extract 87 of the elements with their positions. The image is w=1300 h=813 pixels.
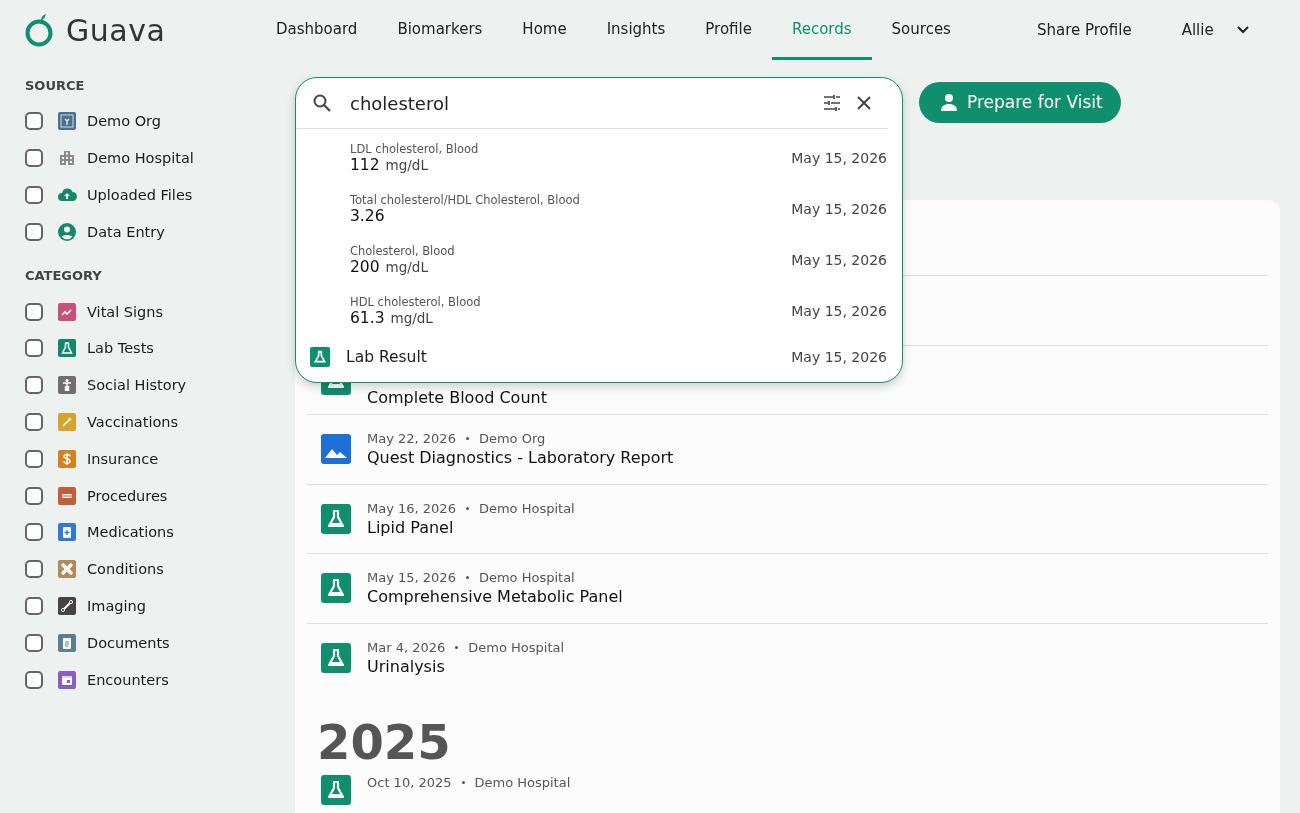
record-source: Demo Hospital [474,775,571,790]
record-date: May 22, 2026 [367,431,456,447]
nav-tab[interactable]: Sources [871,0,971,60]
user-menu[interactable]: Allie [1175,20,1256,40]
record-date: May 16, 2026 [367,500,456,516]
nav-tab[interactable]: Insights [586,0,686,60]
flask-icon [321,775,351,805]
checkbox[interactable] [25,670,43,689]
record-source: Demo Org [478,431,546,447]
record-title[interactable]: Comprehensive Metabolic Panel [367,587,623,607]
brand-name: Guava [66,12,166,48]
flask-icon [321,573,351,604]
sliders-icon [822,93,842,113]
result-value: 61.3 [350,308,385,327]
result-value: 112 [350,156,380,174]
filter-label[interactable]: Conditions [87,561,164,578]
record-source: Demo Hospital [478,500,575,516]
filter-label[interactable]: Medications [87,524,174,541]
filter-label[interactable]: Uploaded Files [87,187,193,203]
filter-label[interactable]: Vaccinations [87,413,179,430]
filter-label[interactable]: Social History [87,377,187,394]
filter-label[interactable]: Data Entry [87,223,165,240]
checkbox[interactable] [25,633,43,652]
checkbox[interactable] [25,112,43,131]
record-title[interactable]: Complete Blood Count [367,388,547,408]
filter-label[interactable]: Imaging [87,597,146,614]
chevron-down-icon [1235,25,1250,35]
checkbox[interactable] [25,412,43,431]
result-date: May 15, 2026 [791,200,887,217]
nav-tab[interactable]: Records [771,0,872,60]
filter-label[interactable]: Insurance [87,450,159,467]
filter-label[interactable]: Demo Hospital [87,150,194,167]
checkbox[interactable] [25,560,43,579]
search-field[interactable]: cholesterol [348,91,810,115]
nav-tab[interactable]: Dashboard [256,0,378,60]
flask-icon [321,503,351,534]
doctor-icon [939,92,959,112]
search-icon [312,93,332,113]
checkbox[interactable] [25,449,43,468]
result-label: HDL cholesterol, Blood [350,294,482,309]
filter-label[interactable]: Procedures [87,487,168,504]
nav-tab[interactable]: Home [502,0,587,60]
checkbox[interactable] [25,486,43,505]
checkbox[interactable] [25,302,43,321]
record-source: Demo Hospital [468,640,565,656]
checkbox[interactable] [25,149,43,168]
filter-section-title: SOURCE [25,78,86,93]
checkbox[interactable] [25,596,43,615]
result-title[interactable]: Lab Result [346,348,792,366]
record-date: Oct 10, 2025 [367,775,452,790]
record-date: May 15, 2026 [367,570,456,586]
result-unit: mg/dL [385,157,428,173]
filter-label[interactable]: Documents [87,634,170,651]
flask-icon [321,643,351,674]
filter-label[interactable]: Encounters [87,671,169,688]
checkbox[interactable] [25,376,43,395]
result-label: LDL cholesterol, Blood [350,142,480,156]
checkbox[interactable] [25,339,43,358]
record-source: Demo Hospital [478,570,575,586]
record-date: Mar 4, 2026 [367,640,446,656]
result-date: May 15, 2026 [791,349,887,365]
checkbox[interactable] [25,222,43,241]
image-icon [321,434,351,465]
result-date: May 15, 2026 [791,150,887,166]
filter-button[interactable] [822,93,842,113]
year-heading: 2025 [316,713,452,771]
result-date: May 15, 2026 [791,251,887,268]
result-value: 200 [350,257,380,276]
filter-label[interactable]: Demo Org [87,113,161,130]
checkbox[interactable] [25,186,43,204]
result-label: Total cholesterol/HDL Cholesterol, Blood [350,192,581,207]
record-title[interactable]: Quest Diagnostics - Laboratory Report [367,448,674,468]
filter-label[interactable]: Vital Signs [87,303,164,320]
result-unit: mg/dL [385,258,428,275]
record-title[interactable]: Urinalysis [367,657,565,677]
nav-tab[interactable]: Biomarkers [377,0,503,60]
result-value: 3.26 [350,206,385,225]
result-unit: mg/dL [390,309,433,326]
checkbox[interactable] [25,523,43,542]
share-profile-link[interactable]: Share Profile [1030,20,1138,40]
result-date: May 15, 2026 [791,302,887,319]
result-label: Cholesterol, Blood [350,243,456,258]
record-title[interactable]: Lipid Panel [367,517,575,537]
nav-tab[interactable]: Profile [685,0,772,60]
filter-section-title: CATEGORY [25,268,103,284]
filter-label[interactable]: Lab Tests [87,340,154,357]
prepare-for-visit-button[interactable]: Prepare for Visit [919,81,1121,123]
